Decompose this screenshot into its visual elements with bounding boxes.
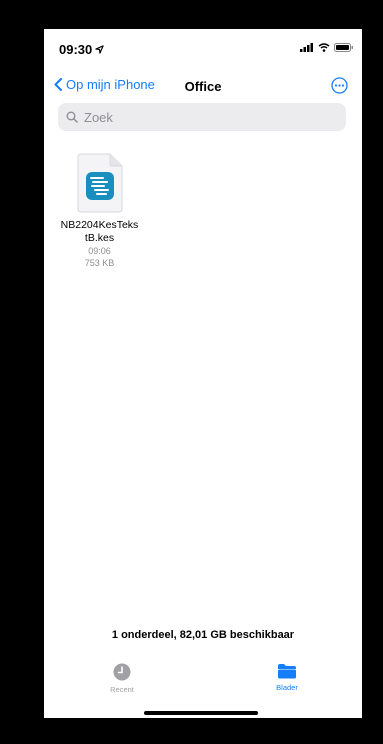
ellipsis-circle-icon[interactable]: [331, 77, 348, 94]
tab-browse-label: Blader: [276, 683, 298, 692]
file-time: 09:06: [88, 246, 111, 256]
signal-icon: [300, 43, 313, 52]
search-bar[interactable]: [58, 103, 346, 131]
status-bar: 09:30: [44, 29, 362, 69]
search-icon: [66, 111, 78, 123]
tab-bar: Recent Blader: [44, 659, 362, 699]
time-text: 09:30: [59, 42, 93, 57]
location-arrow-icon: [95, 45, 104, 54]
tab-recent-label: Recent: [110, 685, 134, 694]
battery-icon: [334, 43, 353, 52]
home-indicator[interactable]: [144, 711, 258, 715]
file-name: NB2204KesTekstB.kes: [60, 219, 139, 244]
search-input[interactable]: [82, 108, 326, 126]
status-time: 09:30: [59, 42, 104, 57]
page-title: Office: [184, 79, 222, 94]
tab-recent[interactable]: Recent: [92, 663, 152, 694]
file-size: 753 KB: [84, 258, 115, 268]
status-icons: [300, 43, 354, 52]
folder-icon: [278, 664, 296, 679]
wifi-icon: [318, 43, 330, 52]
clock-icon: [113, 663, 131, 681]
file-item[interactable]: NB2204KesTekstB.kes 09:06 753 KB: [52, 153, 147, 269]
navigation-bar: Op mijn iPhone Office: [44, 74, 362, 100]
phone-screen: 09:30 Op mijn iPhone Office Zoek NB2204K…: [44, 29, 362, 718]
storage-status: 1 onderdeel, 82,01 GB beschikbaar: [111, 629, 295, 641]
kes-file-icon: [77, 153, 123, 213]
tab-browse[interactable]: Blader: [257, 663, 317, 692]
